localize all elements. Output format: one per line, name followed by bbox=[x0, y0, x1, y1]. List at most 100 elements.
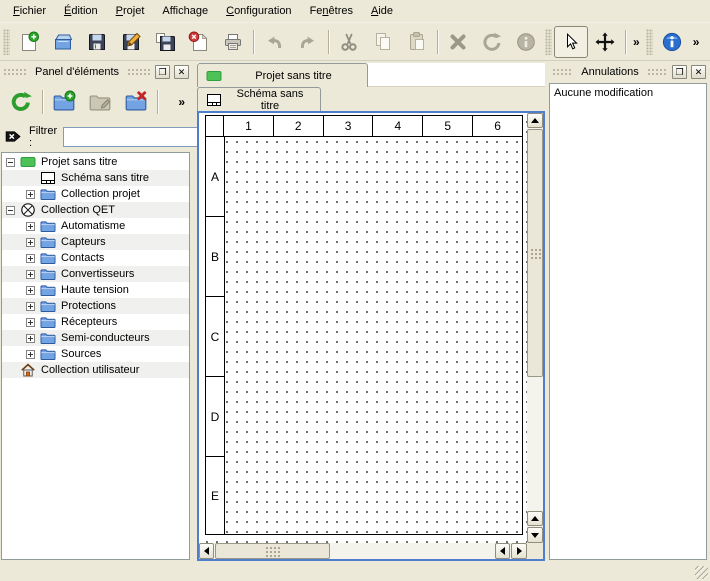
tree-item-projet-sans-titre[interactable]: Projet sans titre bbox=[2, 154, 189, 170]
scroll-up-button-2[interactable] bbox=[527, 511, 543, 526]
dock-handle-texture[interactable] bbox=[552, 68, 573, 77]
dock-handle-texture[interactable] bbox=[127, 68, 151, 77]
tab-schema[interactable]: Schéma sans titre bbox=[197, 87, 321, 111]
undo-list-item[interactable]: Aucune modification bbox=[551, 86, 705, 102]
open-project-icon bbox=[52, 31, 74, 53]
tree-expander-plus[interactable] bbox=[26, 238, 35, 247]
tree-item-sch-ma-sans-titre[interactable]: Schéma sans titre bbox=[2, 170, 189, 186]
schema-canvas[interactable]: 123456 ABCDE bbox=[199, 113, 527, 543]
delete-button[interactable] bbox=[441, 26, 475, 58]
toolbar-extension-chevron[interactable]: » bbox=[174, 95, 189, 109]
clear-filter-button[interactable] bbox=[4, 127, 23, 146]
save-as-icon bbox=[120, 31, 142, 53]
float-panel-button[interactable]: ❐ bbox=[155, 65, 170, 79]
close-panel-button[interactable]: ✕ bbox=[174, 65, 189, 79]
menu-aide[interactable]: Aide bbox=[362, 2, 402, 21]
qelectrotech-window: FichierÉditionProjetAffichageConfigurati… bbox=[0, 0, 710, 581]
tree-item-protections[interactable]: Protections bbox=[2, 298, 189, 314]
tree-expander-plus[interactable] bbox=[26, 334, 35, 343]
toolbar-handle[interactable] bbox=[3, 29, 10, 55]
main-toolbar: »» bbox=[0, 24, 710, 61]
close-file-button[interactable] bbox=[182, 26, 216, 58]
dock-handle-texture[interactable] bbox=[647, 68, 668, 77]
frame-corner bbox=[206, 116, 224, 137]
tree-item-semi-conducteurs[interactable]: Semi-conducteurs bbox=[2, 330, 189, 346]
tree-expander-plus[interactable] bbox=[26, 270, 35, 279]
schema-icon bbox=[206, 92, 222, 108]
undo-icon bbox=[263, 31, 285, 53]
horizontal-scrollbar[interactable] bbox=[199, 543, 527, 559]
tree-item-label: Récepteurs bbox=[61, 316, 117, 328]
print-button[interactable] bbox=[216, 26, 250, 58]
tree-expander-plus[interactable] bbox=[26, 286, 35, 295]
tree-item-label: Convertisseurs bbox=[61, 268, 134, 280]
tree-expander-minus[interactable] bbox=[6, 158, 15, 167]
scroll-left-button[interactable] bbox=[199, 543, 214, 559]
tree-item-convertisseurs[interactable]: Convertisseurs bbox=[2, 266, 189, 282]
tree-item-automatisme[interactable]: Automatisme bbox=[2, 218, 189, 234]
tree-item-collection-utilisateur[interactable]: Collection utilisateur bbox=[2, 362, 189, 378]
vertical-scroll-thumb[interactable] bbox=[527, 129, 543, 377]
save-all-button[interactable] bbox=[148, 26, 182, 58]
selection-mode-button[interactable] bbox=[554, 26, 588, 58]
menu-fenetres[interactable]: Fenêtres bbox=[301, 2, 362, 21]
clear-filter-icon bbox=[4, 127, 23, 146]
scroll-right-button[interactable] bbox=[511, 543, 527, 559]
tree-expander-plus[interactable] bbox=[26, 350, 35, 359]
toolbar-separator bbox=[42, 90, 43, 114]
tree-expander-plus[interactable] bbox=[26, 222, 35, 231]
cut-button[interactable] bbox=[332, 26, 366, 58]
dock-handle-texture[interactable] bbox=[3, 68, 27, 77]
tree-item-haute-tension[interactable]: Haute tension bbox=[2, 282, 189, 298]
save-as-button[interactable] bbox=[114, 26, 148, 58]
tree-expander-plus[interactable] bbox=[26, 190, 35, 199]
scroll-down-button[interactable] bbox=[527, 527, 543, 543]
resize-grip[interactable] bbox=[695, 566, 708, 579]
new-category-button[interactable] bbox=[46, 84, 82, 120]
delete-category-button[interactable] bbox=[118, 84, 154, 120]
scroll-up-button[interactable] bbox=[527, 113, 543, 128]
save-button[interactable] bbox=[80, 26, 114, 58]
menu-fichier[interactable]: Fichier bbox=[4, 2, 55, 21]
vertical-scrollbar[interactable] bbox=[527, 113, 543, 543]
menu-configuration[interactable]: Configuration bbox=[217, 2, 300, 21]
menu-projet[interactable]: Projet bbox=[107, 2, 154, 21]
element-info-button[interactable] bbox=[509, 26, 543, 58]
paste-button[interactable] bbox=[400, 26, 434, 58]
edit-category-button[interactable] bbox=[82, 84, 118, 120]
new-document-button[interactable] bbox=[12, 26, 46, 58]
toolbar-extension-chevron[interactable]: » bbox=[689, 35, 704, 49]
reload-collections-button[interactable] bbox=[3, 84, 39, 120]
filter-input[interactable] bbox=[63, 127, 213, 147]
toolbar-extension-chevron[interactable]: » bbox=[629, 35, 644, 49]
copy-button[interactable] bbox=[366, 26, 400, 58]
tab-project[interactable]: Projet sans titre bbox=[197, 63, 368, 87]
tree-item-collection-projet[interactable]: Collection projet bbox=[2, 186, 189, 202]
tree-item-capteurs[interactable]: Capteurs bbox=[2, 234, 189, 250]
toolbar-handle[interactable] bbox=[545, 29, 552, 55]
tree-expander-minus[interactable] bbox=[6, 206, 15, 215]
scroll-left-button-2[interactable] bbox=[495, 543, 510, 559]
rotate-button[interactable] bbox=[475, 26, 509, 58]
horizontal-scroll-thumb[interactable] bbox=[215, 543, 330, 559]
tree-item-r-cepteurs[interactable]: Récepteurs bbox=[2, 314, 189, 330]
about-qet-button[interactable] bbox=[655, 26, 689, 58]
tree-expander-plus[interactable] bbox=[26, 254, 35, 263]
tree-expander-plus[interactable] bbox=[26, 318, 35, 327]
tree-item-contacts[interactable]: Contacts bbox=[2, 250, 189, 266]
menu-affichage[interactable]: Affichage bbox=[153, 2, 217, 21]
tree-expander-plus[interactable] bbox=[26, 302, 35, 311]
tree-item-sources[interactable]: Sources bbox=[2, 346, 189, 362]
undo-button[interactable] bbox=[257, 26, 291, 58]
close-panel-button[interactable]: ✕ bbox=[691, 65, 706, 79]
project-icon bbox=[20, 154, 36, 170]
visualisation-mode-button[interactable] bbox=[588, 26, 622, 58]
redo-button[interactable] bbox=[291, 26, 325, 58]
elements-panel-toolbar: » bbox=[0, 81, 192, 123]
toolbar-handle[interactable] bbox=[646, 29, 653, 55]
open-project-button[interactable] bbox=[46, 26, 80, 58]
float-panel-button[interactable]: ❐ bbox=[672, 65, 687, 79]
about-qet-icon bbox=[661, 31, 683, 53]
tree-item-collection-qet[interactable]: Collection QET bbox=[2, 202, 189, 218]
menu-edition[interactable]: Édition bbox=[55, 2, 107, 21]
